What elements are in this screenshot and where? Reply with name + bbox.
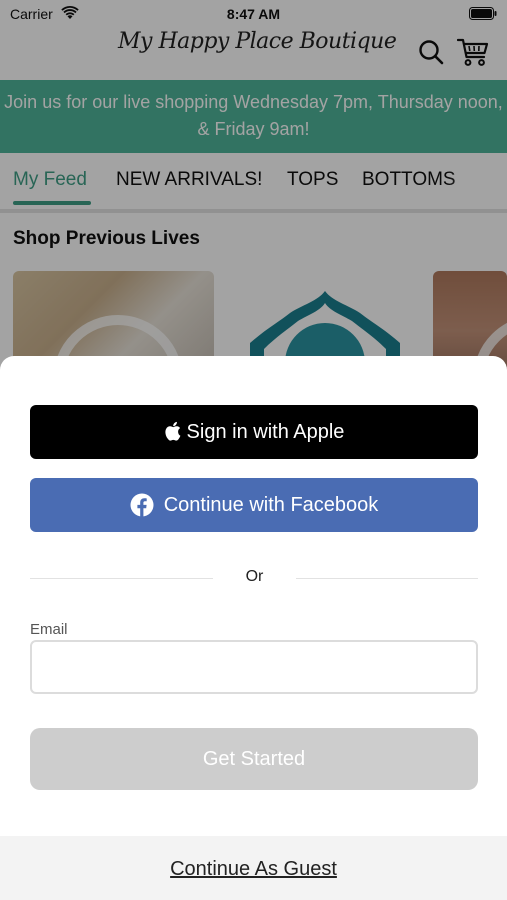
continue-as-guest-link[interactable]: Continue As Guest [0,858,507,881]
divider-line [30,578,213,579]
get-started-button[interactable]: Get Started [30,728,478,790]
or-divider-label: Or [245,568,264,585]
guest-bar: Continue As Guest [0,836,507,900]
apple-button-label: Sign in with Apple [186,420,345,443]
divider-line [296,578,478,579]
apple-logo-icon [164,421,180,441]
get-started-label: Get Started [202,747,306,770]
sign-in-sheet: Sign in with Apple Continue with Faceboo… [0,356,507,900]
email-field[interactable] [30,640,478,694]
continue-with-facebook-button[interactable]: Continue with Facebook [30,478,478,532]
sign-in-with-apple-button[interactable]: Sign in with Apple [30,405,478,459]
facebook-button-label: Continue with Facebook [163,493,379,516]
email-label: Email [30,621,68,638]
facebook-logo-icon [130,493,154,517]
